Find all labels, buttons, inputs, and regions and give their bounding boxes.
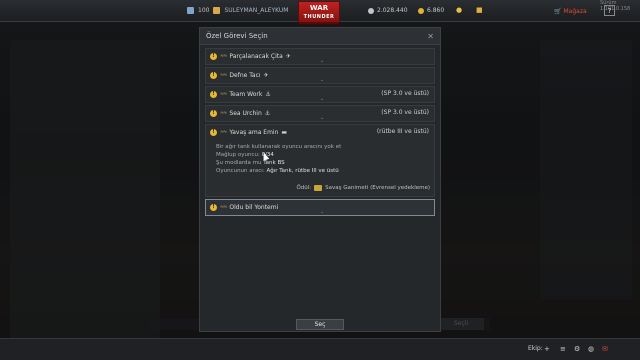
player-name: SULEYMAN_ALEYKUM (224, 7, 289, 14)
task-vehicle: Oyuncunun aracı: Ağır Tank, rütbe III ve… (216, 167, 430, 175)
cart-icon: 🛒 (554, 7, 562, 15)
dialog-header: Özel Görevi Seçin ✕ (200, 28, 440, 45)
wings-icon: ≈≈ (220, 110, 227, 116)
settings-icon[interactable]: ⚙ (574, 345, 580, 353)
task-requirement: (SP 3.0 ve üstü) (381, 109, 429, 116)
wings-icon: ≈≈ (220, 53, 227, 59)
chevron-down-icon: ⌄ (320, 115, 325, 121)
task-name: Parçalanacak Çita (229, 52, 283, 60)
task-name: Yavaş ama Emin (229, 128, 279, 136)
warning-icon: ! (210, 90, 217, 98)
progress-label: Mağlup oyuncu: (216, 152, 260, 158)
golden-eagles[interactable]: 6.860 (418, 7, 444, 14)
task-item-expanded[interactable]: ! ≈≈ Yavaş ama Emin ▬ (rütbe III ve üstü… (205, 124, 435, 197)
reward-value: Savaş Ganimeti (Evrensel yedekleme) (325, 185, 430, 191)
shop-button[interactable]: 🛒 Mağaza (551, 5, 590, 17)
warning-icon: ! (210, 128, 217, 136)
ship-icon: ⚓ (265, 90, 271, 98)
list-icon[interactable]: ≡ (560, 345, 566, 353)
task-description: Bir ağır tank kullanarak oyuncu aracını … (216, 144, 342, 150)
tank-icon: ▬ (281, 128, 288, 136)
chat-icon[interactable]: ◍ (588, 345, 594, 353)
silver-lions[interactable]: 2.028.440 (368, 7, 408, 14)
aircraft-icon: ✈ (285, 52, 291, 60)
task-name: Defne Tacı (229, 71, 261, 79)
warning-icon: ! (210, 203, 217, 211)
task-item[interactable]: ! ≈≈ Team Work ⚓ (SP 3.0 ve üstü) ⌄ (205, 86, 435, 103)
reward-label: Ödül: (296, 185, 312, 191)
mail-icon[interactable]: ✉ (602, 345, 608, 353)
golden-eagles-value: 6.860 (427, 7, 445, 14)
warning-icon: ! (210, 109, 217, 117)
modes-value: Tank BS (263, 160, 285, 166)
special-task-dialog: Özel Görevi Seçin ✕ ! ≈≈ Parçalanacak Çi… (199, 27, 441, 332)
shop-label: Mağaza (563, 7, 587, 15)
task-reward: Ödül: Savaş Ganimeti (Evrensel yedekleme… (296, 185, 430, 191)
vehicle-label: Oyuncunun aracı: (216, 168, 265, 174)
task-name: Team Work (229, 90, 263, 98)
bottom-bar: Ekip: + ≡ ⚙ ◍ ✉ (0, 338, 640, 360)
chevron-down-icon: ⌄ (320, 209, 325, 215)
task-modes: Şu modlarda mu Tank BS (216, 159, 430, 167)
task-progress: Mağlup oyuncu: 0/34 (216, 151, 430, 159)
ship-icon: ⚓ (264, 109, 271, 117)
player-level: 100 (198, 7, 210, 14)
silver-lions-icon (368, 7, 374, 14)
select-button[interactable]: Seç (296, 318, 344, 330)
logo-line1: WAR (309, 4, 329, 12)
task-requirement: (SP 3.0 ve üstü) (381, 90, 429, 97)
add-icon[interactable]: + (544, 345, 550, 353)
silver-lions-value: 2.028.440 (377, 7, 408, 14)
task-name: Oldu bil Yontemi (229, 203, 279, 211)
squad-label: Ekip: (528, 345, 543, 352)
task-item-selected[interactable]: ! ≈≈ Oldu bil Yontemi ⌄ (205, 199, 435, 216)
trophy-chest-icon (314, 185, 323, 191)
aircraft-icon: ✈ (263, 71, 269, 79)
wings-icon: ≈≈ (220, 129, 227, 135)
help-button[interactable]: ? (604, 5, 615, 16)
player-info[interactable]: 100 SULEYMAN_ALEYKUM (187, 7, 288, 14)
task-item[interactable]: ! ≈≈ Defne Tacı ✈ ⌄ (205, 67, 435, 84)
modes-label: Şu modlarda mu (216, 160, 262, 166)
task-details: Bir ağır tank kullanarak oyuncu aracını … (210, 143, 430, 175)
logo-line2: THUNDER (303, 14, 335, 20)
task-item[interactable]: ! ≈≈ Parçalanacak Çita ✈ ⌄ (205, 48, 435, 65)
chevron-down-icon: ⌄ (320, 58, 325, 64)
chevron-down-icon: ⌄ (320, 77, 325, 83)
title-icon (213, 7, 221, 14)
wings-icon: ≈≈ (220, 91, 227, 97)
task-item[interactable]: ! ≈≈ Sea Urchin ⚓ (SP 3.0 ve üstü) ⌄ (205, 105, 435, 122)
chevron-down-icon: ⌄ (320, 96, 325, 102)
gift-icon[interactable]: ■ (476, 6, 483, 14)
wings-icon: ≈≈ (220, 204, 227, 210)
dialog-footer: Seç (200, 317, 440, 331)
task-name: Sea Urchin (229, 109, 262, 117)
dialog-title: Özel Görevi Seçin (206, 32, 268, 40)
top-bar: Sürüm 1.101.0.158 100 SULEYMAN_ALEYKUM W… (0, 0, 640, 25)
vehicle-value: Ağır Tank, rütbe III ve üstü (266, 168, 339, 174)
task-list: ! ≈≈ Parçalanacak Çita ✈ ⌄ ! ≈≈ Defne Ta… (200, 45, 440, 221)
task-requirement: (rütbe III ve üstü) (376, 128, 429, 135)
wings-icon: ≈≈ (220, 72, 227, 78)
lightbulb-icon[interactable]: ● (456, 6, 462, 14)
close-icon[interactable]: ✕ (427, 32, 434, 41)
warning-icon: ! (210, 71, 217, 79)
warning-icon: ! (210, 52, 217, 60)
golden-eagles-icon (418, 7, 424, 14)
rank-icon (187, 7, 194, 14)
